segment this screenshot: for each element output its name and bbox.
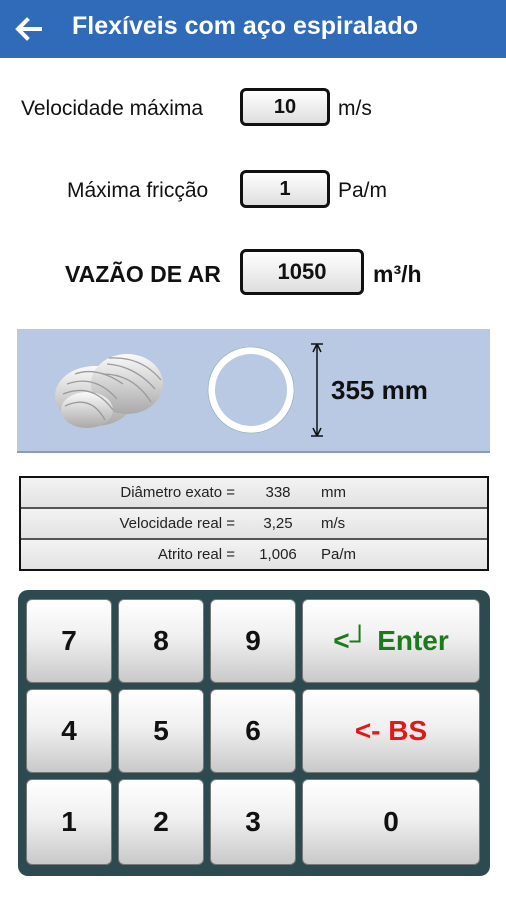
key-3[interactable]: 3 <box>210 779 296 865</box>
duct-section-icon <box>207 346 295 434</box>
velocity-label: Velocidade máxima <box>21 97 204 120</box>
velocity-field[interactable]: 10 <box>240 88 330 126</box>
table-row: Diâmetro exato = 338 mm <box>21 478 487 509</box>
result-unit: mm <box>321 484 346 501</box>
enter-button[interactable]: <┘ Enter <box>302 599 480 683</box>
numeric-keypad: 7 8 9 <┘ Enter 4 5 6 <- BS 1 2 3 0 <box>18 590 490 876</box>
key-7[interactable]: 7 <box>26 599 112 683</box>
key-6[interactable]: 6 <box>210 689 296 773</box>
result-label: Diâmetro exato = <box>120 484 235 501</box>
airflow-label: VAZÃO DE AR <box>65 261 221 287</box>
dimension-line-icon <box>311 343 323 437</box>
arrow-left-icon[interactable] <box>12 13 44 45</box>
app-bar: Flexíveis com aço espiralado <box>0 0 506 58</box>
key-8[interactable]: 8 <box>118 599 204 683</box>
page-title: Flexíveis com aço espiralado <box>72 12 418 40</box>
key-1[interactable]: 1 <box>26 779 112 865</box>
backspace-button[interactable]: <- BS <box>302 689 480 773</box>
key-4[interactable]: 4 <box>26 689 112 773</box>
friction-unit: Pa/m <box>338 179 388 202</box>
selected-diameter: 355 mm <box>331 375 428 405</box>
airflow-field[interactable]: 1050 <box>240 249 364 295</box>
airflow-unit: m³/h <box>373 261 422 287</box>
flexible-duct-image <box>55 354 163 428</box>
friction-label: Máxima fricção <box>67 179 209 202</box>
results-table: Diâmetro exato = 338 mm Velocidade real … <box>19 476 489 571</box>
result-unit: m/s <box>321 515 346 532</box>
table-row: Atrito real = 1,006 Pa/m <box>21 540 487 569</box>
key-2[interactable]: 2 <box>118 779 204 865</box>
key-5[interactable]: 5 <box>118 689 204 773</box>
result-label: Atrito real = <box>157 546 235 563</box>
result-unit: Pa/m <box>321 546 357 563</box>
result-panel: 355 mm <box>17 329 490 453</box>
key-0[interactable]: 0 <box>302 779 480 865</box>
table-row: Velocidade real = 3,25 m/s <box>21 509 487 540</box>
result-value: 3,25 <box>263 515 293 532</box>
result-value: 338 <box>265 484 291 501</box>
velocity-unit: m/s <box>338 97 372 120</box>
result-label: Velocidade real = <box>119 515 235 532</box>
key-9[interactable]: 9 <box>210 599 296 683</box>
result-value: 1,006 <box>259 546 297 563</box>
friction-field[interactable]: 1 <box>240 170 330 208</box>
